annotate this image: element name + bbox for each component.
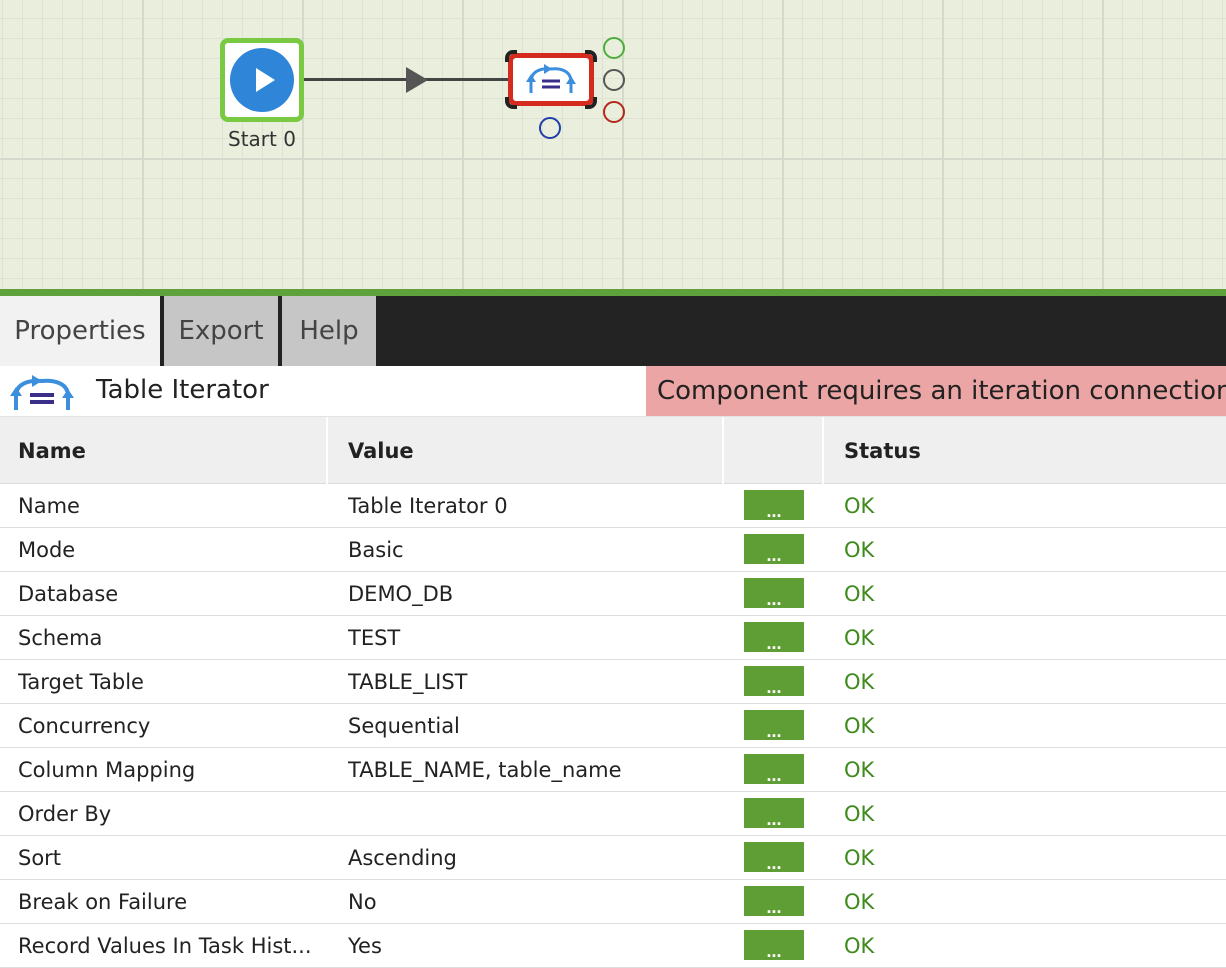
tab-export[interactable]: Export — [164, 296, 278, 366]
table-row[interactable]: Order By... OK — [0, 792, 1226, 836]
edit-property-button[interactable]: ... — [744, 578, 804, 608]
table-row[interactable]: Column Mapping TABLE_NAME, table_name... O… — [0, 748, 1226, 792]
property-name: Name — [18, 493, 80, 518]
table-row[interactable]: Name Table Iterator 0... OK — [0, 484, 1226, 528]
play-icon — [230, 48, 294, 112]
table-row[interactable]: Record Values In Task Hist... Yes... OK — [0, 924, 1226, 968]
table-row[interactable]: Target Table TABLE_LIST... OK — [0, 660, 1226, 704]
property-status: OK — [844, 845, 875, 870]
property-name: Schema — [18, 625, 103, 650]
success-port[interactable] — [603, 37, 625, 59]
job-canvas[interactable]: Start 0 — [0, 0, 1226, 289]
property-value: Basic — [348, 537, 404, 562]
property-value: Ascending — [348, 845, 457, 870]
property-status: OK — [844, 713, 875, 738]
table-row[interactable]: Sort Ascending... OK — [0, 836, 1226, 880]
iterate-port[interactable] — [539, 117, 561, 139]
start-component[interactable] — [220, 38, 304, 122]
property-status: OK — [844, 581, 875, 606]
table-iterator-component[interactable] — [505, 50, 597, 109]
unconditional-port[interactable] — [603, 69, 625, 91]
edit-property-button[interactable]: ... — [744, 534, 804, 564]
table-row[interactable]: Database DEMO_DB... OK — [0, 572, 1226, 616]
component-header: Table Iterator Component requires an ite… — [0, 366, 1226, 417]
column-header-status: Status — [844, 438, 921, 463]
component-title: Table Iterator — [96, 375, 269, 405]
start-component-label: Start 0 — [228, 127, 296, 151]
edit-property-button[interactable]: ... — [744, 930, 804, 960]
edit-property-button[interactable]: ... — [744, 622, 804, 652]
property-status: OK — [844, 933, 875, 958]
panel-tab-bar: Properties Export Help — [0, 296, 1226, 366]
property-name: Sort — [18, 845, 62, 870]
column-header-edit — [724, 417, 824, 484]
property-name: Mode — [18, 537, 76, 562]
property-status: OK — [844, 801, 875, 826]
property-value: Yes — [348, 933, 382, 958]
edit-property-button[interactable]: ... — [744, 710, 804, 740]
selection-corner — [585, 50, 597, 62]
table-iterator-icon — [10, 375, 74, 410]
table-row[interactable]: Schema TEST... OK — [0, 616, 1226, 660]
properties-table: Name Value Status Name Table Iterator 0..… — [0, 417, 1226, 968]
table-row[interactable]: Break on Failure No... OK — [0, 880, 1226, 924]
selection-corner — [505, 50, 517, 62]
property-value — [348, 792, 718, 835]
property-value: DEMO_DB — [348, 581, 454, 606]
property-value: TEST — [348, 625, 401, 650]
property-name: Concurrency — [18, 713, 151, 738]
column-header-name: Name — [0, 417, 328, 484]
tab-properties[interactable]: Properties — [0, 296, 160, 366]
property-value: Sequential — [348, 713, 460, 738]
connector-arrow-icon — [406, 67, 428, 93]
property-value: Table Iterator 0 — [348, 493, 508, 518]
property-status: OK — [844, 889, 875, 914]
table-header: Name Value Status — [0, 417, 1226, 484]
property-name: Order By — [18, 801, 112, 826]
table-body: Name Table Iterator 0... OK Mode Basic... OK D… — [0, 484, 1226, 968]
property-status: OK — [844, 625, 875, 650]
property-name: Column Mapping — [18, 757, 196, 782]
table-row[interactable]: Mode Basic... OK — [0, 528, 1226, 572]
property-value: No — [348, 889, 377, 914]
edit-property-button[interactable]: ... — [744, 754, 804, 784]
property-name: Target Table — [18, 669, 144, 694]
property-status: OK — [844, 537, 875, 562]
property-name: Database — [18, 581, 119, 606]
failure-port[interactable] — [603, 101, 625, 123]
selection-corner — [505, 97, 517, 109]
edit-property-button[interactable]: ... — [744, 490, 804, 520]
edit-property-button[interactable]: ... — [744, 798, 804, 828]
column-header-value: Value — [328, 417, 724, 484]
property-status: OK — [844, 757, 875, 782]
table-row[interactable]: Concurrency Sequential... OK — [0, 704, 1226, 748]
selection-corner — [585, 97, 597, 109]
validation-error-banner: Component requires an iteration connecti… — [646, 366, 1226, 416]
tab-help[interactable]: Help — [282, 296, 376, 366]
property-name: Record Values In Task Hist... — [18, 933, 310, 958]
property-value: TABLE_LIST — [348, 669, 468, 694]
property-status: OK — [844, 669, 875, 694]
table-iterator-icon — [526, 63, 576, 93]
edit-property-button[interactable]: ... — [744, 886, 804, 916]
property-status: OK — [844, 493, 875, 518]
property-name: Break on Failure — [18, 889, 188, 914]
panel-divider[interactable] — [0, 289, 1226, 296]
edit-property-button[interactable]: ... — [744, 842, 804, 872]
property-value: TABLE_NAME, table_name — [348, 757, 622, 782]
edit-property-button[interactable]: ... — [744, 666, 804, 696]
